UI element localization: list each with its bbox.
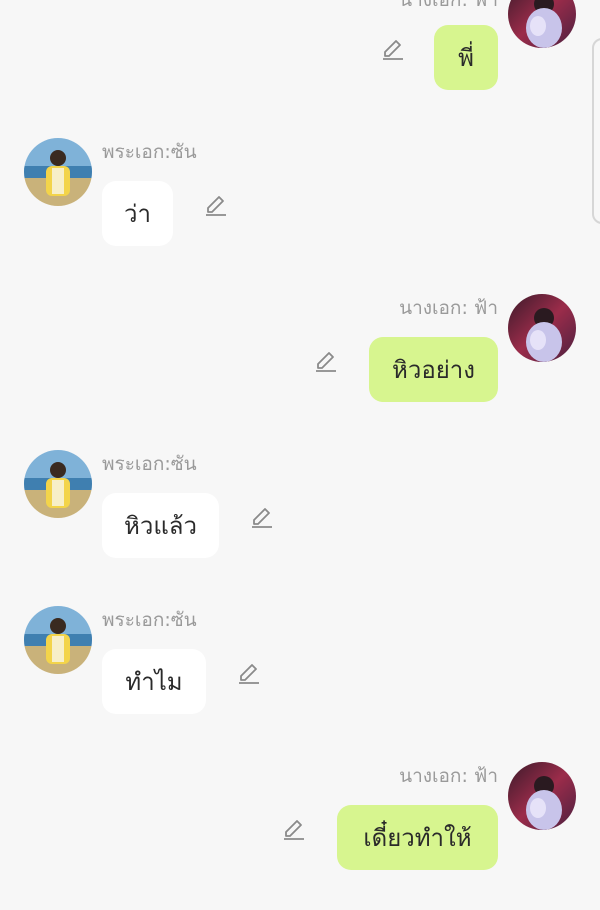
pencil-icon[interactable] <box>281 817 307 843</box>
sender-name: นางเอก: ฟ้า <box>399 0 498 11</box>
pencil-icon[interactable] <box>203 193 229 219</box>
pencil-icon[interactable] <box>249 505 275 531</box>
message-bubble[interactable]: หิวแล้ว <box>102 493 219 558</box>
pencil-icon[interactable] <box>313 349 339 375</box>
male-avatar[interactable] <box>24 138 92 206</box>
male-avatar[interactable] <box>24 450 92 518</box>
pencil-icon[interactable] <box>380 37 406 63</box>
message-bubble[interactable]: หิวอย่าง <box>369 337 498 402</box>
sender-name: นางเอก: ฟ้า <box>399 765 498 787</box>
male-avatar[interactable] <box>24 606 92 674</box>
message-bubble[interactable]: ทำไม <box>102 649 206 714</box>
female-avatar[interactable] <box>508 0 576 48</box>
sender-name: พระเอก:ซัน <box>102 453 197 475</box>
sender-name: นางเอก: ฟ้า <box>399 297 498 319</box>
sender-name: พระเอก:ซัน <box>102 141 197 163</box>
female-avatar[interactable] <box>508 762 576 830</box>
sender-name: พระเอก:ซัน <box>102 609 197 631</box>
pencil-icon[interactable] <box>236 661 262 687</box>
message-bubble[interactable]: เดี๋ยวทำให้ <box>337 805 498 870</box>
scrollbar[interactable] <box>592 38 600 224</box>
message-bubble[interactable]: พี่ <box>434 25 498 90</box>
message-bubble[interactable]: ว่า <box>102 181 173 246</box>
female-avatar[interactable] <box>508 294 576 362</box>
